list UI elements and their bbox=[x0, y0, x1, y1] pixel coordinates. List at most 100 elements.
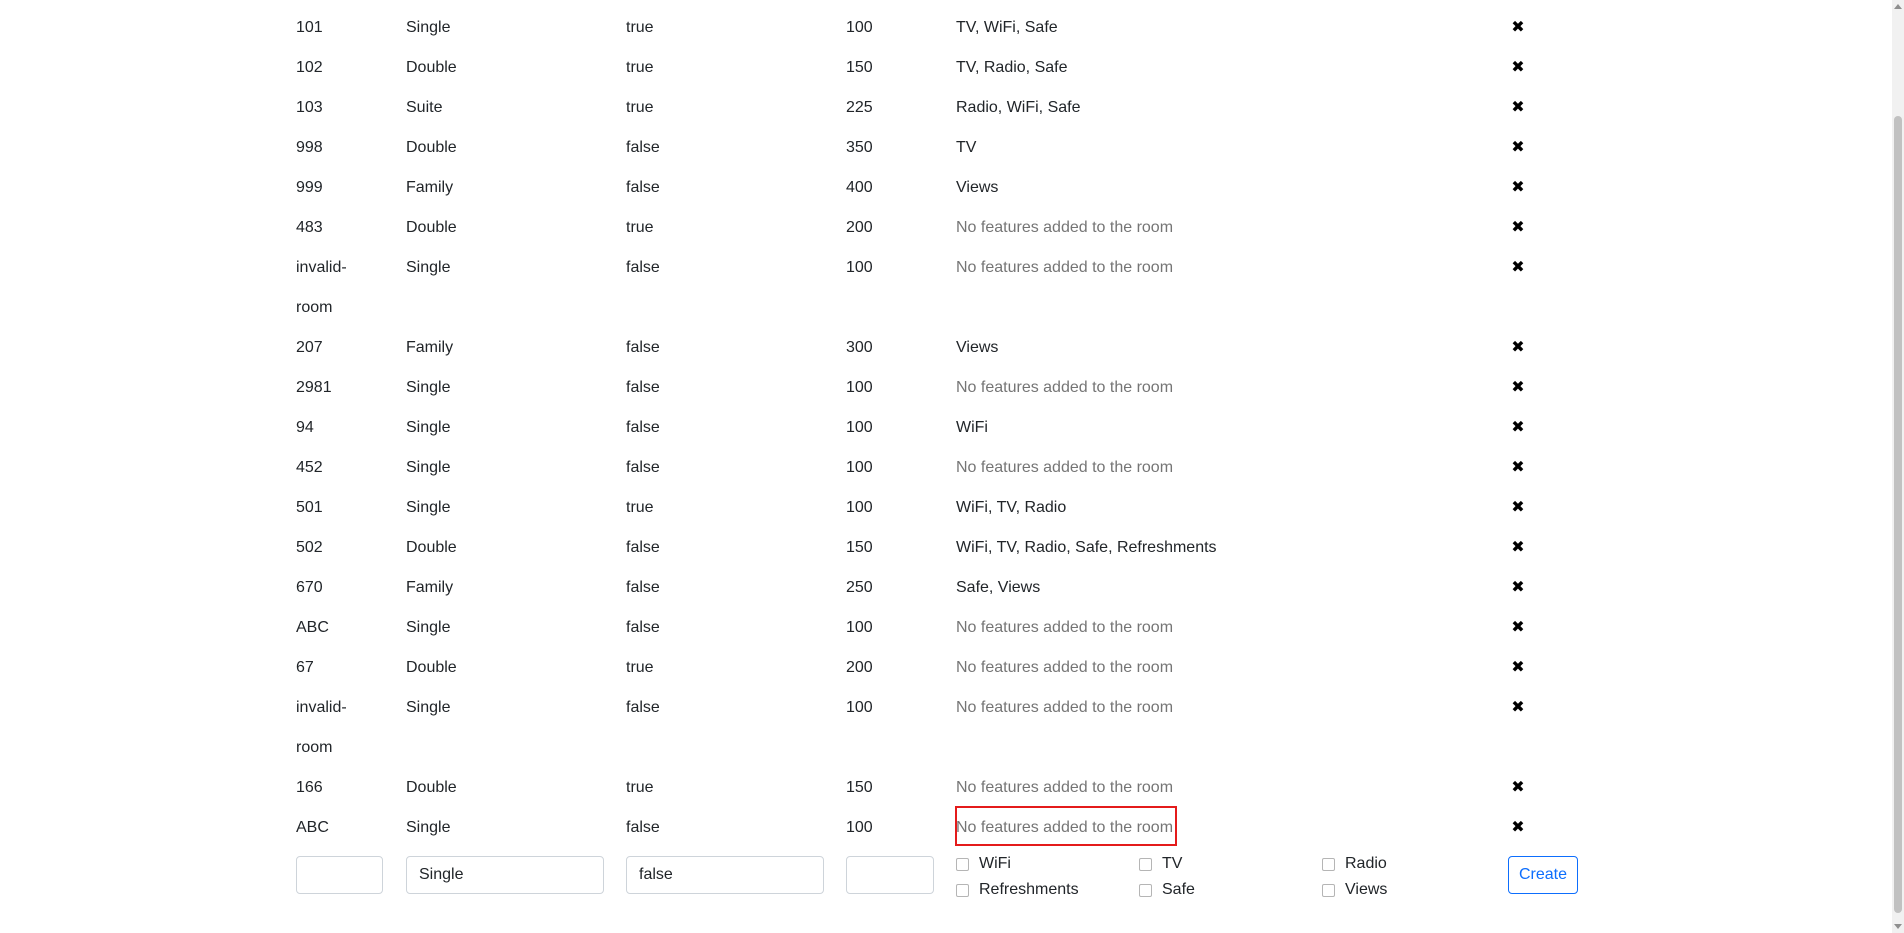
room-price: 150 bbox=[846, 539, 873, 556]
room-number: 452 bbox=[296, 459, 323, 476]
room-features: No features added to the room bbox=[956, 779, 1174, 796]
checkbox-label: Views bbox=[1345, 881, 1388, 898]
checkbox-box[interactable] bbox=[1322, 857, 1335, 871]
room-accessible: true bbox=[626, 19, 654, 36]
room-type: Single bbox=[406, 619, 451, 636]
room-price: 350 bbox=[846, 139, 873, 156]
room-number: invalid-room bbox=[296, 259, 347, 316]
room-number: 670 bbox=[296, 579, 323, 596]
room-type: Double bbox=[406, 219, 457, 236]
room-type: Single bbox=[406, 819, 451, 836]
room-number: 501 bbox=[296, 499, 323, 516]
delete-icon[interactable]: ✖ bbox=[1506, 688, 1530, 728]
room-features: No features added to the room bbox=[956, 379, 1174, 396]
checkbox-box[interactable] bbox=[1139, 857, 1152, 871]
delete-icon[interactable]: ✖ bbox=[1506, 528, 1530, 568]
room-number: 166 bbox=[296, 779, 323, 796]
checkbox-box[interactable] bbox=[956, 883, 969, 897]
delete-icon[interactable]: ✖ bbox=[1506, 448, 1530, 488]
scroll-up-arrow-icon[interactable] bbox=[1894, 4, 1902, 9]
checkbox-box[interactable] bbox=[1139, 883, 1152, 897]
create-button[interactable]: Create bbox=[1508, 856, 1578, 894]
room-row: 94 Single false 100 WiFi ✖ bbox=[296, 408, 1584, 448]
room-row: 166 Double true 150 No features added to the… bbox=[296, 768, 1584, 808]
room-features: Views bbox=[956, 179, 999, 196]
room-features: TV, WiFi, Safe bbox=[956, 19, 1058, 36]
room-number: invalid-room bbox=[296, 699, 347, 756]
room-type: Double bbox=[406, 539, 457, 556]
scroll-thumb[interactable] bbox=[1894, 116, 1902, 913]
room-accessible: false bbox=[626, 419, 660, 436]
checkbox-box[interactable] bbox=[956, 857, 969, 871]
room-type: Double bbox=[406, 659, 457, 676]
delete-icon[interactable]: ✖ bbox=[1506, 488, 1530, 528]
room-features: No features added to the room bbox=[956, 819, 1174, 836]
delete-icon[interactable]: ✖ bbox=[1506, 368, 1530, 408]
delete-icon[interactable]: ✖ bbox=[1506, 808, 1530, 848]
views-checkbox[interactable]: Views bbox=[1322, 880, 1387, 900]
room-number: 998 bbox=[296, 139, 323, 156]
room-type-select[interactable]: Single bbox=[406, 856, 604, 894]
room-features: Radio, WiFi, Safe bbox=[956, 99, 1081, 116]
delete-icon[interactable]: ✖ bbox=[1506, 208, 1530, 248]
room-type: Family bbox=[406, 339, 454, 356]
room-accessible: true bbox=[626, 219, 654, 236]
delete-icon[interactable]: ✖ bbox=[1506, 608, 1530, 648]
delete-icon[interactable]: ✖ bbox=[1506, 328, 1530, 368]
delete-icon[interactable]: ✖ bbox=[1506, 568, 1530, 608]
room-number: ABC bbox=[296, 819, 329, 836]
room-price: 100 bbox=[846, 459, 873, 476]
room-number: 999 bbox=[296, 179, 323, 196]
wifi-checkbox[interactable]: WiFi bbox=[956, 854, 1011, 874]
room-row: ABC Single false 100 No features added to th… bbox=[296, 808, 1584, 848]
scroll-down-arrow-icon[interactable] bbox=[1894, 924, 1902, 929]
delete-icon[interactable]: ✖ bbox=[1506, 408, 1530, 448]
room-number: 483 bbox=[296, 219, 323, 236]
room-features: TV, Radio, Safe bbox=[956, 59, 1068, 76]
room-price: 225 bbox=[846, 99, 873, 116]
room-number: 207 bbox=[296, 339, 323, 356]
room-price-input[interactable] bbox=[846, 856, 934, 894]
room-price: 100 bbox=[846, 819, 873, 836]
room-number: 102 bbox=[296, 59, 323, 76]
accessible-select[interactable]: false bbox=[626, 856, 824, 894]
room-accessible: true bbox=[626, 59, 654, 76]
delete-icon[interactable]: ✖ bbox=[1506, 88, 1530, 128]
room-accessible: false bbox=[626, 819, 660, 836]
room-row: 2981 Single false 100 No features added to t… bbox=[296, 368, 1584, 408]
delete-icon[interactable]: ✖ bbox=[1506, 128, 1530, 168]
room-row: 103 Suite true 225 Radio, WiFi, Safe ✖ bbox=[296, 88, 1584, 128]
room-number-input[interactable] bbox=[296, 856, 383, 894]
tv-checkbox[interactable]: TV bbox=[1139, 854, 1182, 874]
delete-icon[interactable]: ✖ bbox=[1506, 768, 1530, 808]
room-management-page: 101 Single true 100 TV, WiFi, Safe ✖ 102 Double… bbox=[0, 0, 1904, 933]
room-row: 207 Family false 300 Views ✖ bbox=[296, 328, 1584, 368]
room-accessible: false bbox=[626, 579, 660, 596]
room-row: 502 Double false 150 WiFi, TV, Radio, Safe, … bbox=[296, 528, 1584, 568]
delete-icon[interactable]: ✖ bbox=[1506, 248, 1530, 288]
room-price: 150 bbox=[846, 59, 873, 76]
delete-icon[interactable]: ✖ bbox=[1506, 168, 1530, 208]
room-row: 101 Single true 100 TV, WiFi, Safe ✖ bbox=[296, 8, 1584, 48]
room-type: Family bbox=[406, 179, 454, 196]
room-features: No features added to the room bbox=[956, 699, 1174, 716]
delete-icon[interactable]: ✖ bbox=[1506, 648, 1530, 688]
room-accessible: true bbox=[626, 499, 654, 516]
radio-checkbox[interactable]: Radio bbox=[1322, 854, 1387, 874]
room-features: No features added to the room bbox=[956, 259, 1174, 276]
checkbox-label: Refreshments bbox=[979, 881, 1079, 898]
refreshments-checkbox[interactable]: Refreshments bbox=[956, 880, 1079, 900]
delete-icon[interactable]: ✖ bbox=[1506, 48, 1530, 88]
room-price: 100 bbox=[846, 19, 873, 36]
room-features: TV bbox=[956, 139, 977, 156]
checkbox-label: Safe bbox=[1162, 881, 1195, 898]
room-type: Single bbox=[406, 459, 451, 476]
room-row: ABC Single false 100 No features added to th… bbox=[296, 608, 1584, 648]
checkbox-label: TV bbox=[1162, 855, 1183, 872]
delete-icon[interactable]: ✖ bbox=[1506, 8, 1530, 48]
room-type: Suite bbox=[406, 99, 443, 116]
room-price: 300 bbox=[846, 339, 873, 356]
vertical-scrollbar[interactable] bbox=[1892, 0, 1904, 933]
checkbox-box[interactable] bbox=[1322, 883, 1335, 897]
safe-checkbox[interactable]: Safe bbox=[1139, 880, 1195, 900]
